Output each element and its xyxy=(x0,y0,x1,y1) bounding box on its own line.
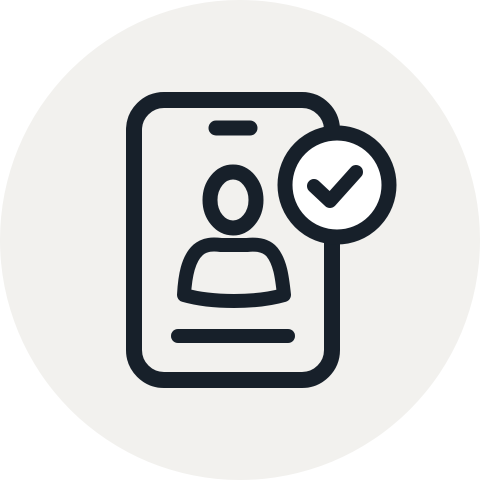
icon-canvas xyxy=(0,0,480,480)
verified-user-phone-icon xyxy=(0,0,480,480)
checkmark-badge-icon xyxy=(277,125,397,245)
